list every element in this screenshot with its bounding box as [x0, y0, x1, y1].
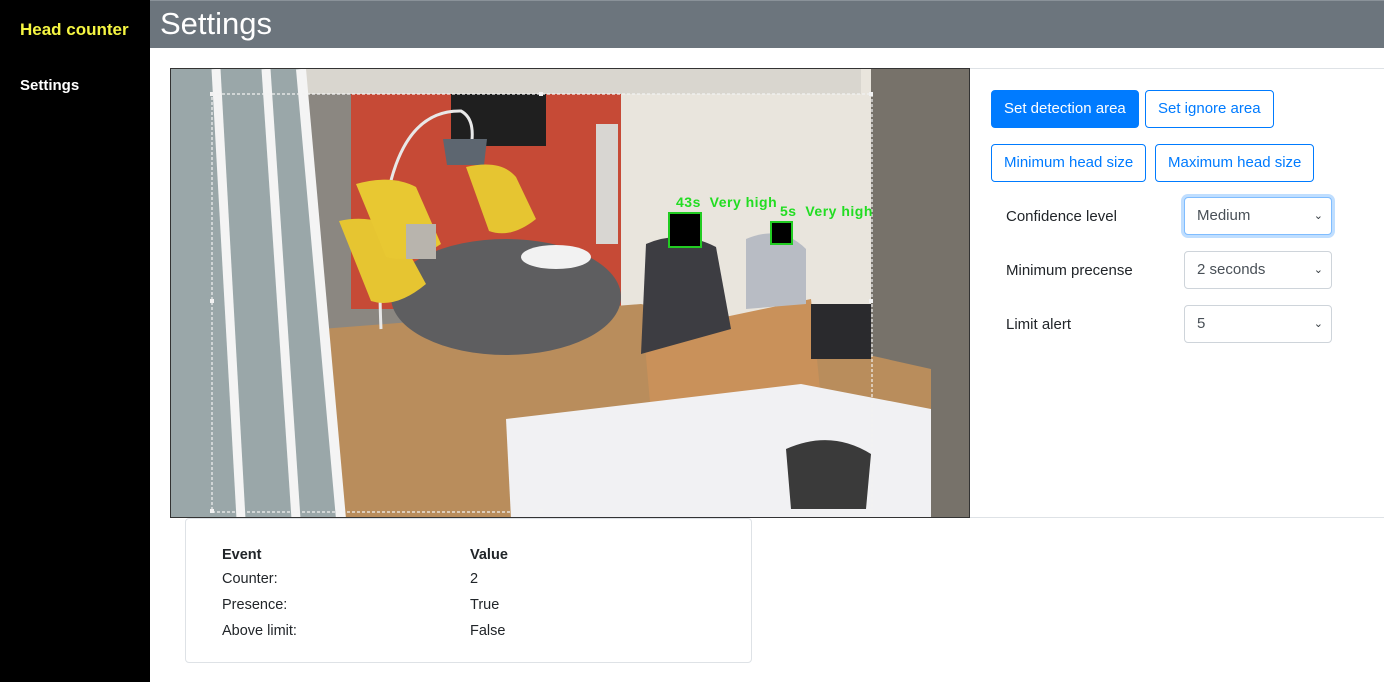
column-header-event: Event [222, 547, 262, 563]
detection-box-2 [770, 221, 793, 245]
limit-alert-value: 5 [1197, 315, 1206, 332]
divider [970, 517, 1384, 518]
minimum-presence-select[interactable]: 2 seconds ⌄ [1184, 251, 1332, 289]
event-value: False [470, 623, 506, 639]
table-row: Presence: True [222, 592, 508, 618]
limit-alert-select[interactable]: 5 ⌄ [1184, 305, 1332, 343]
camera-feed[interactable]: 43s Very high 5s Very high [170, 68, 970, 518]
confidence-level-label: Confidence level [1006, 208, 1117, 225]
event-name: Presence: [222, 597, 288, 613]
minimum-presence-value: 2 seconds [1197, 261, 1266, 278]
column-header-value: Value [470, 547, 508, 563]
confidence-level-select[interactable]: Medium ⌄ [1184, 197, 1332, 235]
table-row: Counter: 2 [222, 566, 508, 592]
minimum-presence-label: Minimum precense [1006, 262, 1133, 279]
maximum-head-size-button[interactable]: Maximum head size [1155, 144, 1315, 182]
chevron-down-icon: ⌄ [1313, 318, 1323, 330]
limit-alert-label: Limit alert [1006, 316, 1072, 333]
brand-title[interactable]: Head counter [20, 20, 129, 40]
table-row: Above limit: False [222, 618, 508, 644]
event-value: True [470, 597, 500, 613]
minimum-head-size-button[interactable]: Minimum head size [991, 144, 1147, 182]
events-table: Event Value Counter: 2 Presence: True Ab… [222, 544, 508, 644]
table-header-row: Event Value [222, 544, 508, 566]
event-value: 2 [470, 571, 479, 587]
event-name: Above limit: [222, 623, 297, 639]
chevron-down-icon: ⌄ [1313, 264, 1323, 276]
set-detection-area-button[interactable]: Set detection area [991, 90, 1139, 128]
sidebar-item-settings[interactable]: Settings [20, 77, 79, 94]
event-name: Counter: [222, 571, 278, 587]
sidebar: Head counter Settings [0, 0, 150, 682]
detection-box-1 [668, 212, 702, 248]
divider [970, 68, 1384, 69]
page-title: Settings [160, 6, 273, 41]
page-header: Settings [150, 0, 1384, 48]
detection-label-1: 43s Very high [676, 194, 778, 210]
set-ignore-area-button[interactable]: Set ignore area [1145, 90, 1274, 128]
chevron-down-icon: ⌄ [1313, 210, 1323, 222]
detection-label-2: 5s Very high [780, 203, 873, 219]
confidence-level-value: Medium [1197, 207, 1251, 224]
camera-scene [171, 69, 969, 517]
events-card: Event Value Counter: 2 Presence: True Ab… [185, 518, 752, 663]
